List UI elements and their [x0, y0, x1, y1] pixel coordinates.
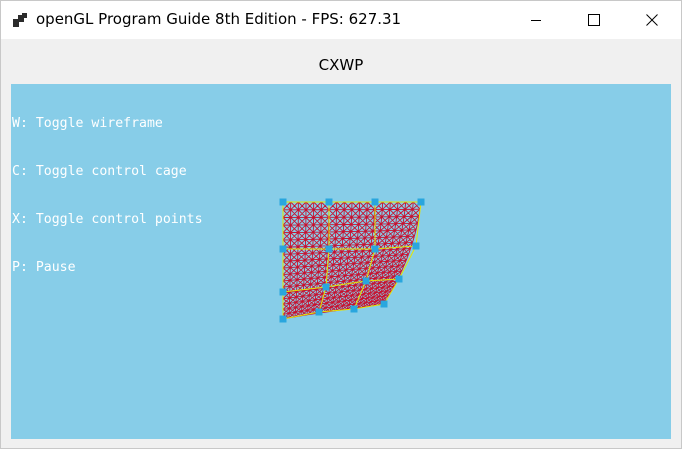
control-point-2-1 [322, 283, 330, 291]
control-point-0-3 [417, 198, 425, 206]
control-point-3-3 [380, 300, 388, 308]
window-title: openGL Program Guide 8th Edition - FPS: … [36, 10, 402, 28]
maximize-icon [588, 14, 600, 26]
control-point-2-0 [279, 288, 287, 296]
control-point-1-3 [412, 242, 420, 250]
control-point-1-2 [371, 245, 379, 253]
opengl-viewport[interactable]: W: Toggle wireframe C: Toggle control ca… [11, 84, 671, 439]
control-point-2-2 [362, 277, 370, 285]
minimize-icon [531, 20, 541, 21]
control-point-1-1 [325, 245, 333, 253]
control-point-0-2 [371, 198, 379, 206]
control-point-2-3 [395, 275, 403, 283]
control-point-1-0 [279, 245, 287, 253]
form-client-area: CXWP W: Toggle wireframe C: Toggle contr… [1, 39, 681, 448]
close-icon [646, 14, 658, 26]
minimize-button[interactable] [507, 1, 565, 39]
wireframe-triangles [282, 201, 422, 320]
control-point-0-1 [325, 198, 333, 206]
maximize-button[interactable] [565, 1, 623, 39]
app-icon [13, 13, 27, 27]
title-bar[interactable]: openGL Program Guide 8th Edition - FPS: … [1, 1, 681, 39]
app-window: openGL Program Guide 8th Edition - FPS: … [0, 0, 682, 449]
control-point-3-2 [350, 305, 358, 313]
close-button[interactable] [623, 1, 681, 39]
control-point-3-0 [279, 315, 287, 323]
form-title: CXWP [318, 56, 364, 74]
control-point-3-1 [315, 308, 323, 316]
control-point-0-0 [279, 198, 287, 206]
bezier-patch-render [279, 198, 425, 323]
wireframe-mesh [282, 201, 422, 320]
